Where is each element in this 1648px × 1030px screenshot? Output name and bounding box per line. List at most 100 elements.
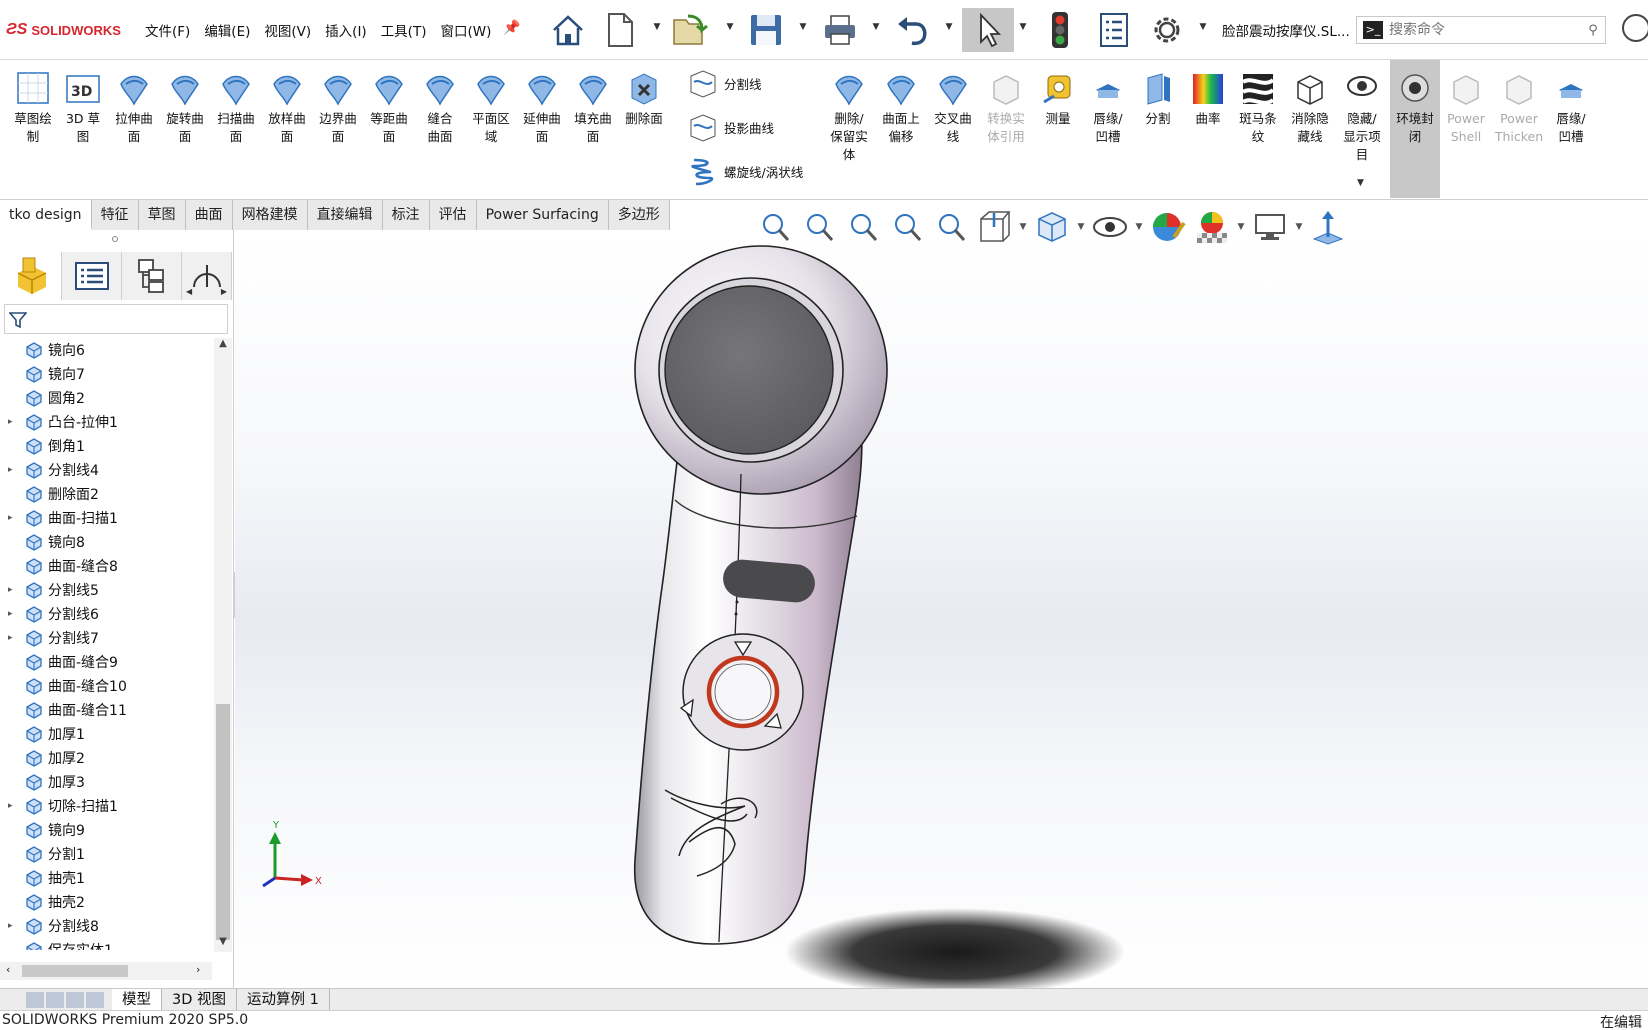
menu-item[interactable]: 视图(V) xyxy=(257,20,318,40)
property-manager-icon[interactable] xyxy=(62,252,122,300)
expand-arrow-icon[interactable]: ▸ xyxy=(8,417,20,427)
hide-show-dropdown-icon[interactable]: ▼ xyxy=(1132,222,1146,232)
hscroll-right-icon[interactable]: › xyxy=(196,963,200,976)
feature-tree-item[interactable]: ▸ 分割线4 xyxy=(0,458,212,482)
boundary-surface-button[interactable]: 边界曲 面 xyxy=(313,70,363,146)
feature-tree-item[interactable]: ▸ 曲面-扫描1 xyxy=(0,506,212,530)
feature-tree-item[interactable]: 倒角1 xyxy=(0,434,212,458)
expand-arrow-icon[interactable]: ▸ xyxy=(8,801,20,811)
feature-tree-item[interactable]: 圆角2 xyxy=(0,386,212,410)
feature-tree-item[interactable]: 删除面2 xyxy=(0,482,212,506)
curvature-button[interactable]: 曲率 xyxy=(1183,70,1233,128)
feature-tree-item[interactable]: 加厚2 xyxy=(0,746,212,770)
tab-command-1[interactable]: 特征 xyxy=(91,200,139,230)
intersection-curve-button[interactable]: 交叉曲 线 xyxy=(928,70,978,146)
expand-arrow-icon[interactable]: ▸ xyxy=(8,585,20,595)
apply-scene-icon[interactable] xyxy=(1190,207,1234,247)
new-document-icon[interactable] xyxy=(600,8,640,52)
feature-tree-item[interactable]: ▸ 分割线8 xyxy=(0,914,212,938)
power-shell-button[interactable]: Power Shell xyxy=(1441,70,1491,146)
tree-filter[interactable] xyxy=(4,304,228,334)
configuration-manager-icon[interactable] xyxy=(122,252,182,300)
tab-command-8[interactable]: Power Surfacing xyxy=(476,200,609,230)
save-dropdown-icon[interactable]: ▼ xyxy=(797,22,809,36)
feature-tree-item[interactable]: 镜向6 xyxy=(0,338,212,362)
expand-arrow-icon[interactable]: ▸ xyxy=(8,513,20,523)
hscroll-thumb[interactable] xyxy=(22,965,128,977)
menu-item[interactable]: 工具(T) xyxy=(374,20,434,40)
solidworks-logo[interactable]: ƧS SOLIDWORKS xyxy=(6,18,121,42)
hide-show-icon[interactable] xyxy=(1088,207,1132,247)
ambient-occlusion-button[interactable]: 环境封 闭 xyxy=(1390,60,1440,198)
feature-tree-item[interactable]: ▸ 切除-扫描1 xyxy=(0,794,212,818)
undo-dropdown-icon[interactable]: ▼ xyxy=(943,22,955,36)
user-account-icon[interactable] xyxy=(1622,14,1648,42)
delete-face-button[interactable]: 删除面 xyxy=(619,70,669,128)
home-icon[interactable] xyxy=(546,8,590,52)
menu-item[interactable]: 文件(F) xyxy=(138,20,197,40)
feature-tree-item[interactable]: 加厚1 xyxy=(0,722,212,746)
section-view-icon[interactable] xyxy=(884,207,928,247)
feature-tree-item[interactable]: 曲面-缝合8 xyxy=(0,554,212,578)
options-gear-icon[interactable] xyxy=(1145,8,1189,52)
menu-item[interactable]: 编辑(E) xyxy=(197,20,257,40)
display-style-icon[interactable] xyxy=(1030,207,1074,247)
search-icon[interactable]: ⚲ xyxy=(1581,23,1605,38)
open-dropdown-icon[interactable]: ▼ xyxy=(724,22,736,36)
prev-tab-icon[interactable] xyxy=(46,991,64,1008)
edit-appearance-icon[interactable] xyxy=(1146,207,1190,247)
first-tab-icon[interactable] xyxy=(26,991,44,1008)
panel-scroll-right-icon[interactable]: ▶ xyxy=(221,287,227,296)
lofted-surface-button[interactable]: 放样曲 面 xyxy=(262,70,312,146)
scroll-up-icon[interactable]: ▲ xyxy=(216,338,230,352)
hscroll-left-icon[interactable]: ‹ xyxy=(6,963,10,976)
tab-command-7[interactable]: 评估 xyxy=(429,200,477,230)
rebuild-traffic-light-icon[interactable] xyxy=(1040,8,1080,52)
tab-command-3[interactable]: 曲面 xyxy=(185,200,233,230)
dimxpert-icon[interactable]: ◀ ▶ xyxy=(182,252,232,300)
expand-arrow-icon[interactable]: ▸ xyxy=(8,921,20,931)
feature-tree-item[interactable]: ▸ 凸台-拉伸1 xyxy=(0,410,212,434)
filled-surface-button[interactable]: 填充曲 面 xyxy=(568,70,618,146)
menu-item[interactable]: 插入(I) xyxy=(318,20,374,40)
tree-vertical-scrollbar[interactable]: ▲ ▼ xyxy=(214,338,232,952)
tab-command-5[interactable]: 直接编辑 xyxy=(307,200,383,230)
search-input[interactable] xyxy=(1389,22,1581,38)
tab-tko-design[interactable]: tko design xyxy=(0,200,92,230)
feature-tree-item[interactable]: 抽壳1 xyxy=(0,866,212,890)
select-dropdown-icon[interactable]: ▼ xyxy=(1017,22,1029,36)
hide-show-dropdown-icon[interactable]: ▼ xyxy=(1357,178,1364,188)
3d-sketch-button[interactable]: 3D 3D 草 图 xyxy=(58,70,108,146)
delete-keep-body-button[interactable]: 删除/ 保留实 体 xyxy=(824,70,874,164)
extend-surface-button[interactable]: 延伸曲 面 xyxy=(517,70,567,146)
feature-tree-item[interactable]: ▸ 分割线5 xyxy=(0,578,212,602)
options-dropdown-icon[interactable]: ▼ xyxy=(1197,22,1209,36)
search-box[interactable]: >_ ⚲ xyxy=(1356,16,1606,44)
feature-tree-item[interactable]: 分割1 xyxy=(0,842,212,866)
feature-manager-icon[interactable] xyxy=(2,252,62,300)
menu-item[interactable]: 窗口(W) xyxy=(433,20,498,40)
scroll-down-icon[interactable]: ▼ xyxy=(216,936,230,950)
panel-collapse-handle[interactable] xyxy=(112,236,118,242)
hide-show-items-button[interactable]: 隐藏/ 显示项 目 xyxy=(1337,70,1387,164)
model-view[interactable]: Y X xyxy=(235,230,1648,988)
feature-tree-item[interactable]: 曲面-缝合10 xyxy=(0,674,212,698)
split-line-button[interactable]: 分割线 xyxy=(688,68,762,98)
zoom-to-fit-icon[interactable] xyxy=(752,207,796,247)
helix-button[interactable]: 螺旋线/涡状线 xyxy=(688,156,803,186)
view-settings-icon[interactable] xyxy=(1248,207,1292,247)
next-tab-icon[interactable] xyxy=(66,991,84,1008)
feature-tree-item[interactable]: ▸ 分割线6 xyxy=(0,602,212,626)
select-icon[interactable] xyxy=(962,8,1014,52)
tab-command-2[interactable]: 草图 xyxy=(138,200,186,230)
feature-tree-item[interactable]: 镜向9 xyxy=(0,818,212,842)
print-dropdown-icon[interactable]: ▼ xyxy=(870,22,882,36)
massage-disc[interactable] xyxy=(664,285,834,455)
split-button[interactable]: 分割 xyxy=(1133,70,1183,128)
expand-arrow-icon[interactable]: ▸ xyxy=(8,465,20,475)
revolved-surface-button[interactable]: 旋转曲 面 xyxy=(160,70,210,146)
view-settings-dropdown-icon[interactable]: ▼ xyxy=(1292,222,1306,232)
sketch-button[interactable]: 草图绘 制 xyxy=(8,70,58,146)
feature-tree-item[interactable]: 保存实体1 xyxy=(0,938,212,950)
graphics-area[interactable]: Y X xyxy=(235,230,1648,988)
